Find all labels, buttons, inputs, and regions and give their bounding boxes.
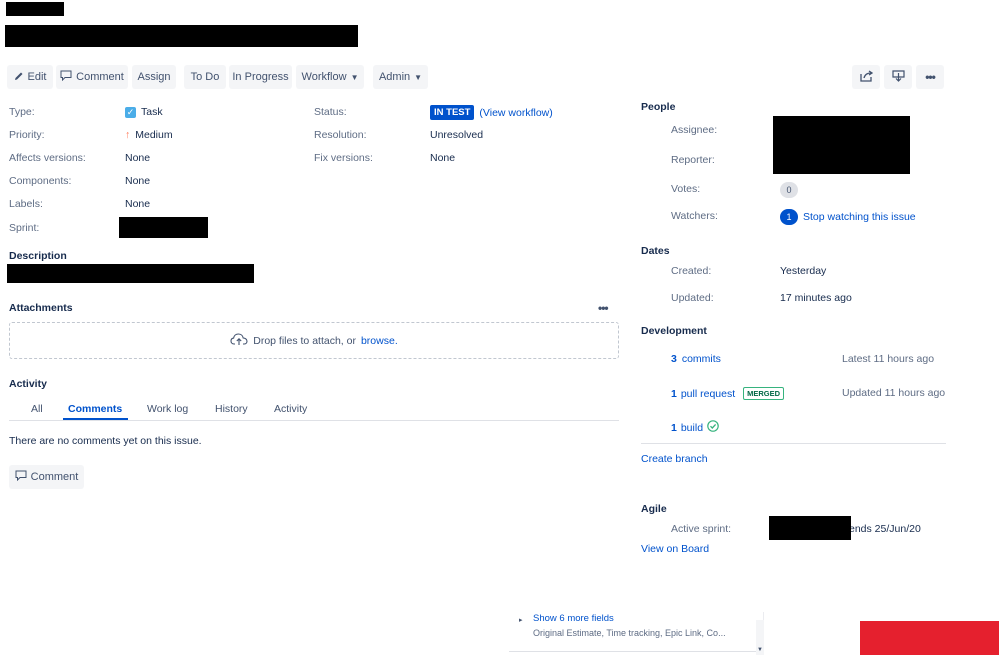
scroll-down-icon: ▼: [757, 647, 763, 653]
stop-watching-link[interactable]: Stop watching this issue: [803, 211, 916, 223]
description-heading: Description: [9, 250, 67, 262]
resolution-value: Unresolved: [430, 129, 484, 141]
sprint-ends-text: ends 25/Jun/20: [849, 523, 921, 535]
redacted-project-key: [6, 2, 64, 16]
share-button[interactable]: [852, 65, 880, 89]
priority-value: ↑ Medium: [125, 129, 173, 141]
tabs-divider: [9, 420, 619, 421]
tab-all[interactable]: All: [31, 403, 43, 415]
more-actions-button[interactable]: •••: [916, 65, 944, 89]
watchers-badge[interactable]: 1: [780, 209, 798, 225]
fix-versions-label: Fix versions:: [314, 152, 373, 164]
create-branch-link[interactable]: Create branch: [641, 453, 708, 465]
attachments-heading: Attachments: [9, 302, 73, 314]
fix-versions-value: None: [430, 152, 456, 164]
edit-button[interactable]: Edit: [7, 65, 53, 89]
more-icon: •••: [925, 70, 936, 84]
components-value: None: [125, 175, 151, 187]
chevron-down-icon: ▼: [350, 72, 359, 82]
footer-divider: [509, 651, 763, 652]
workflow-dropdown[interactable]: Workflow ▼: [296, 65, 364, 89]
tab-activity[interactable]: Activity: [274, 403, 307, 415]
arrow-up-icon: ↑: [125, 129, 131, 141]
components-label: Components:: [9, 175, 72, 187]
labels-value: None: [125, 198, 151, 210]
more-fields-panel: ▸ Show 6 more fields Original Estimate, …: [509, 612, 764, 655]
attachment-dropzone[interactable]: Drop files to attach, or browse.: [9, 322, 619, 359]
commits-time: Latest 11 hours ago: [842, 353, 935, 365]
sprint-label: Sprint:: [9, 222, 40, 234]
reporter-label: Reporter:: [671, 154, 715, 166]
task-icon: ✓: [125, 106, 136, 118]
type-label: Type:: [9, 106, 35, 118]
in-progress-button[interactable]: In Progress: [229, 65, 292, 89]
affects-versions-value: None: [125, 152, 151, 164]
check-circle-icon: [707, 420, 719, 435]
assignee-label: Assignee:: [671, 124, 718, 136]
type-value: ✓ Task: [125, 106, 163, 118]
watchers-value: 1 Stop watching this issue: [780, 209, 916, 225]
comment-icon: [15, 470, 27, 484]
watchers-label: Watchers:: [671, 210, 718, 222]
redacted-active-sprint: [769, 516, 851, 540]
activity-heading: Activity: [9, 378, 47, 390]
updated-label: Updated:: [671, 292, 714, 304]
export-button[interactable]: [884, 65, 912, 89]
comment-icon: [60, 70, 72, 84]
created-value: Yesterday: [780, 265, 827, 277]
redacted-sprint-value: [119, 217, 208, 238]
browse-link[interactable]: browse.: [361, 335, 398, 347]
redacted-people: [773, 116, 910, 174]
redacted-issue-title: [5, 25, 358, 47]
expand-caret-icon: ▸: [519, 617, 523, 624]
pull-request-link[interactable]: 1 pull request MERGED: [671, 387, 785, 400]
todo-button[interactable]: To Do: [184, 65, 226, 89]
cloud-upload-icon: [230, 332, 248, 349]
red-block: [860, 621, 999, 655]
drop-files-text: Drop files to attach, or: [253, 334, 356, 347]
votes-badge[interactable]: 0: [780, 182, 798, 198]
votes-label: Votes:: [671, 183, 701, 195]
tab-comments[interactable]: Comments: [68, 403, 122, 415]
commits-link[interactable]: 3 commits: [671, 353, 721, 365]
created-label: Created:: [671, 265, 712, 277]
pencil-icon: [14, 71, 24, 84]
merged-badge: MERGED: [743, 387, 785, 400]
redacted-description: [7, 264, 254, 283]
resolution-label: Resolution:: [314, 129, 367, 141]
affects-versions-label: Affects versions:: [9, 152, 86, 164]
share-icon: [859, 69, 873, 85]
development-heading: Development: [641, 325, 707, 337]
agile-heading: Agile: [641, 503, 667, 515]
view-on-board-link[interactable]: View on Board: [641, 543, 709, 555]
no-comments-text: There are no comments yet on this issue.: [9, 435, 202, 447]
status-label: Status:: [314, 106, 347, 118]
people-heading: People: [641, 101, 676, 113]
labels-label: Labels:: [9, 198, 43, 210]
comment-button[interactable]: Comment: [56, 65, 128, 89]
admin-dropdown[interactable]: Admin ▼: [373, 65, 428, 89]
dates-heading: Dates: [641, 245, 670, 257]
priority-label: Priority:: [9, 129, 45, 141]
fields-hint-text: Original Estimate, Time tracking, Epic L…: [533, 628, 726, 638]
status-lozenge: IN TEST: [430, 105, 475, 120]
export-icon: [891, 69, 905, 85]
tab-work-log[interactable]: Work log: [147, 403, 188, 415]
panel-scrollbar[interactable]: ▼: [756, 620, 764, 655]
status-value: IN TEST (View workflow): [430, 105, 553, 120]
attachments-more-button[interactable]: •••: [598, 301, 609, 315]
build-link[interactable]: 1 build: [671, 420, 719, 435]
view-workflow-link[interactable]: (View workflow): [479, 107, 552, 119]
add-comment-button[interactable]: Comment: [9, 465, 84, 489]
development-divider: [641, 443, 946, 444]
assign-button[interactable]: Assign: [132, 65, 176, 89]
active-sprint-label: Active sprint:: [671, 523, 732, 535]
pull-request-time: Updated 11 hours ago: [842, 387, 946, 399]
updated-value: 17 minutes ago: [780, 292, 852, 304]
show-more-fields-link[interactable]: Show 6 more fields: [533, 613, 614, 624]
chevron-down-icon: ▼: [414, 72, 423, 82]
tab-history[interactable]: History: [215, 403, 248, 415]
